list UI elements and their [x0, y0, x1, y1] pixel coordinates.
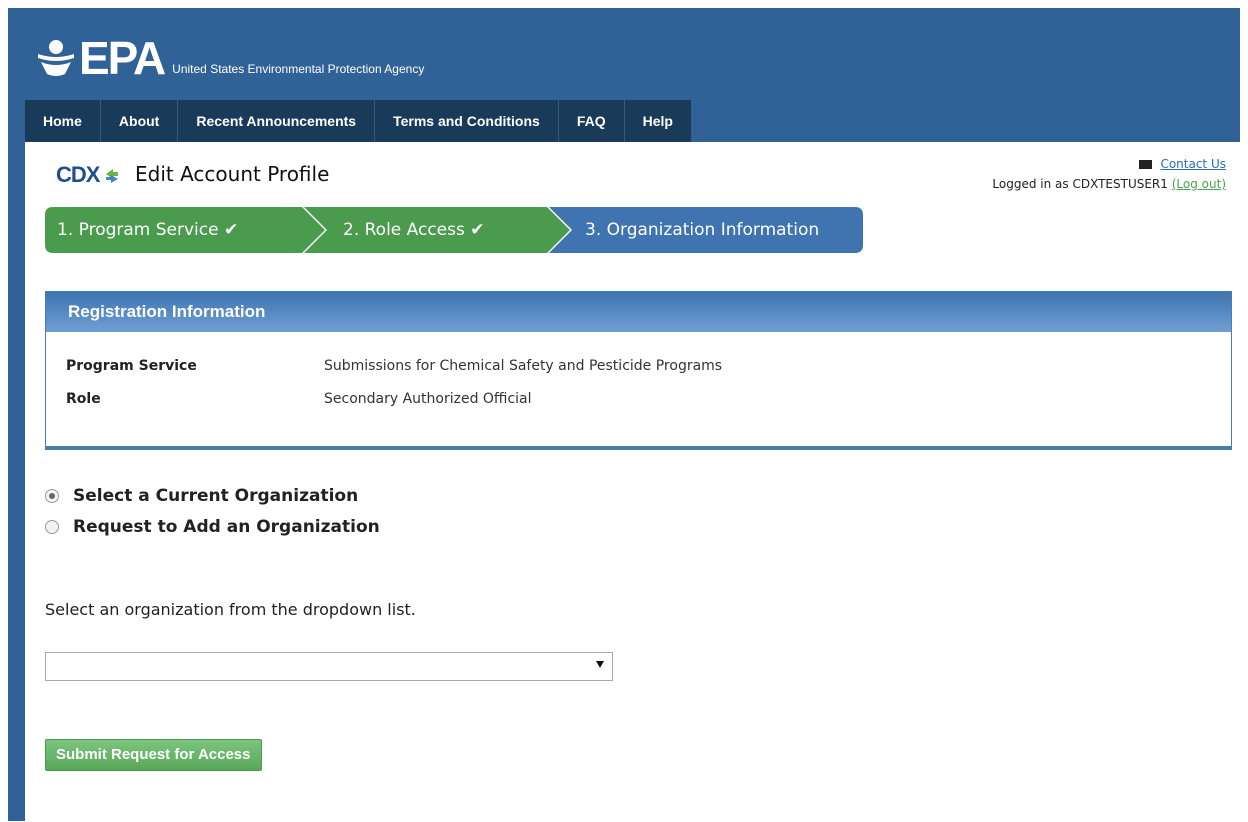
- contact-us-link[interactable]: Contact Us: [1160, 157, 1226, 171]
- registration-key: Role: [66, 391, 101, 407]
- registration-key: Program Service: [66, 358, 197, 374]
- user-box: Contact Us Logged in as CDXTESTUSER1 (Lo…: [992, 154, 1226, 194]
- nav-help[interactable]: Help: [625, 100, 691, 142]
- logout-link[interactable]: (Log out): [1172, 177, 1226, 191]
- request-add-org-label: Request to Add an Organization: [73, 517, 380, 537]
- registration-panel: Registration Information Program Service…: [45, 291, 1232, 450]
- step-2-label: 2. Role Access: [343, 220, 465, 240]
- page-title: Edit Account Profile: [135, 162, 330, 186]
- radio-button-checked[interactable]: [45, 489, 59, 503]
- progress-steps: 1. Program Service ✔ 2. Role Access ✔ 3.…: [45, 207, 865, 253]
- cdx-arrow-icon: [105, 169, 118, 184]
- select-current-org-label: Select a Current Organization: [73, 486, 359, 506]
- logged-in-text: Logged in as CDXTESTUSER1: [992, 177, 1168, 191]
- nav-about[interactable]: About: [101, 100, 179, 142]
- page-frame: EPA United States Environmental Protecti…: [8, 8, 1248, 822]
- registration-value: Submissions for Chemical Safety and Pest…: [324, 358, 723, 374]
- registration-header: Registration Information: [46, 292, 1231, 332]
- step-1-label: 1. Program Service: [57, 220, 219, 240]
- epa-flower-icon: [38, 40, 74, 76]
- instruction-text: Select an organization from the dropdown…: [45, 600, 416, 619]
- step-3-label: 3. Organization Information: [585, 220, 820, 240]
- nav-faq[interactable]: FAQ: [559, 100, 625, 142]
- nav-home[interactable]: Home: [25, 100, 101, 142]
- select-current-org-option[interactable]: Select a Current Organization: [45, 486, 358, 506]
- logo-wordmark: EPA: [79, 32, 166, 84]
- epa-logo[interactable]: EPA United States Environmental Protecti…: [35, 32, 425, 84]
- envelope-icon: [1139, 160, 1153, 169]
- checkmark-icon: ✔: [470, 220, 485, 240]
- checkmark-icon: ✔: [224, 220, 239, 240]
- step-3: 3. Organization Information: [585, 207, 819, 253]
- registration-value: Secondary Authorized Official: [324, 391, 532, 407]
- organization-dropdown[interactable]: [45, 652, 613, 681]
- request-add-org-option[interactable]: Request to Add an Organization: [45, 517, 380, 537]
- main-content: CDX Edit Account Profile Contact Us Logg…: [25, 142, 1248, 822]
- cdx-logo: CDX: [56, 162, 119, 188]
- step-1: 1. Program Service ✔: [57, 207, 238, 253]
- cdx-logo-text: CDX: [56, 162, 100, 187]
- step-2: 2. Role Access ✔: [343, 207, 485, 253]
- main-nav: Home About Recent Announcements Terms an…: [25, 100, 691, 142]
- agency-name: United States Environmental Protection A…: [172, 62, 425, 76]
- submit-request-button[interactable]: Submit Request for Access: [45, 739, 262, 771]
- radio-button[interactable]: [45, 520, 59, 534]
- nav-terms-and-conditions[interactable]: Terms and Conditions: [375, 100, 559, 142]
- nav-recent-announcements[interactable]: Recent Announcements: [178, 100, 376, 142]
- dropdown-arrow-icon: [596, 661, 604, 668]
